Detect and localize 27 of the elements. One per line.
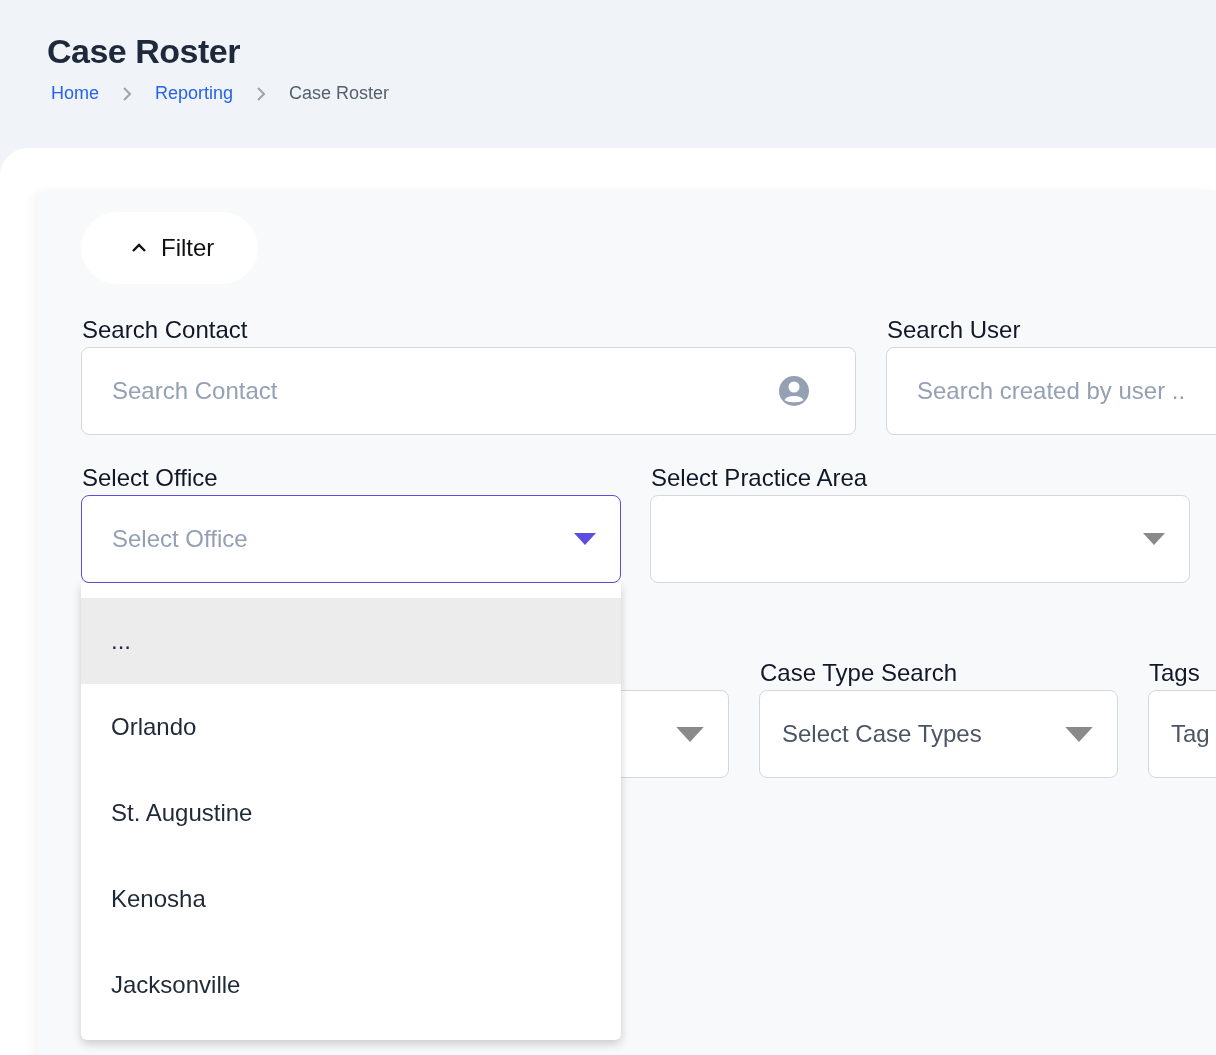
chevron-icon (131, 243, 147, 253)
field-label: Case Type Search (760, 658, 958, 688)
filter-toggle[interactable]: Filter (81, 212, 258, 284)
select-field[interactable] (650, 495, 1190, 583)
page-title: Case Roster (47, 32, 241, 71)
caret-icon (1065, 726, 1093, 742)
caret-icon (676, 726, 704, 742)
breadcrumb-link[interactable]: Home (51, 83, 99, 104)
dropdown-option[interactable]: St. Augustine (81, 770, 621, 856)
field-label: Tags (1149, 658, 1201, 688)
field-label: Select Practice Area (651, 463, 869, 493)
caret-icon (1143, 533, 1165, 545)
dropdown-option[interactable]: Jacksonville (81, 942, 621, 1028)
dropdown-option[interactable]: ... (81, 598, 621, 684)
breadcrumb-link[interactable]: Reporting (155, 83, 234, 104)
field-label: Search User (887, 315, 1022, 345)
dropdown-option[interactable]: Orlando (81, 684, 621, 770)
chevron-icon (255, 86, 268, 101)
dropdown-option[interactable]: Kenosha (81, 856, 621, 942)
user-icon (779, 376, 809, 406)
field-label: Search Contact (82, 315, 249, 345)
field-label: Select Office (82, 463, 219, 493)
breadcrumb-current: Case Roster (289, 83, 390, 104)
input-field[interactable]: Tag (1148, 690, 1216, 778)
chevron-icon (121, 86, 133, 101)
caret-icon (574, 533, 596, 545)
select-field[interactable]: Select Case Types (759, 690, 1118, 778)
